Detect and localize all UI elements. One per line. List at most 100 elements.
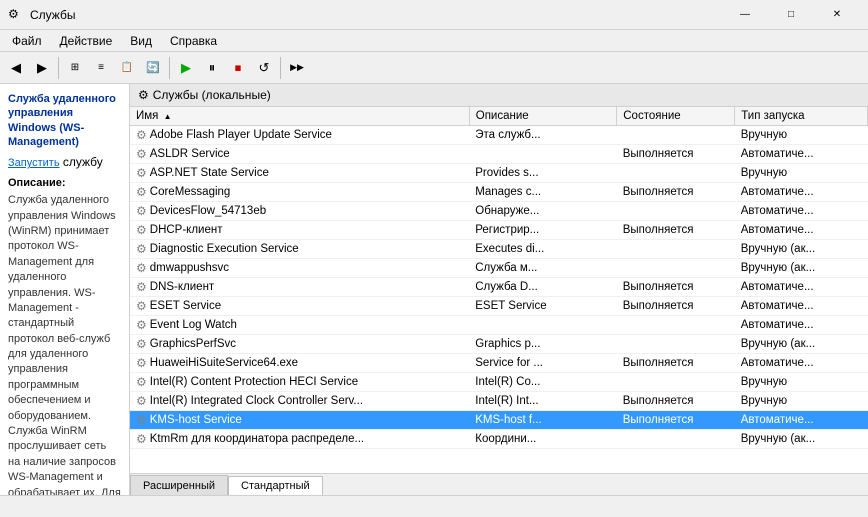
service-desc-cell: Service for ... — [469, 354, 617, 373]
table-row[interactable]: ⚙KtmRm для координатора распределе...Коо… — [130, 430, 868, 449]
service-status-cell — [617, 335, 735, 354]
service-status-cell: Выполняется — [617, 297, 735, 316]
restart-service-button[interactable]: ↺ — [252, 56, 276, 80]
service-name-cell: ⚙Intel(R) Integrated Clock Controller Se… — [130, 392, 469, 411]
service-startup-cell: Вручную — [735, 164, 868, 183]
service-status-cell — [617, 316, 735, 335]
service-icon: ⚙ — [136, 356, 147, 370]
service-startup-cell: Автоматиче... — [735, 221, 868, 240]
toolbar: ◀ ▶ ⊞ ≡ 📋 🔄 ▶ ⏸ ⏹ ↺ ▶▶ — [0, 52, 868, 84]
start-service-link[interactable]: Запустить — [8, 157, 60, 169]
description-title: Описание: — [8, 177, 121, 189]
service-startup-cell: Вручную (ак... — [735, 335, 868, 354]
main-content: Служба удаленного управления Windows (WS… — [0, 84, 868, 495]
col-header-startup[interactable]: Тип запуска — [735, 107, 868, 126]
table-row[interactable]: ⚙Adobe Flash Player Update ServiceЭта сл… — [130, 126, 868, 145]
service-desc-cell — [469, 316, 617, 335]
service-name-cell: ⚙KMS-host Service — [130, 411, 469, 430]
table-row[interactable]: ⚙CoreMessagingManages c...ВыполняетсяАвт… — [130, 183, 868, 202]
menu-help[interactable]: Справка — [162, 32, 225, 50]
properties-button[interactable]: 📋 — [115, 56, 139, 80]
service-name-cell: ⚙HuaweiHiSuiteService64.exe — [130, 354, 469, 373]
table-row[interactable]: ⚙dmwappushsvcСлужба м...Вручную (ак... — [130, 259, 868, 278]
tab-extended[interactable]: Расширенный — [130, 475, 228, 495]
service-name-text: DNS-клиент — [150, 281, 214, 293]
menu-action[interactable]: Действие — [52, 32, 121, 50]
service-icon: ⚙ — [136, 432, 147, 446]
sort-arrow-name: ▲ — [164, 112, 172, 121]
service-name-cell: ⚙DevicesFlow_54713eb — [130, 202, 469, 221]
table-row[interactable]: ⚙ASP.NET State ServiceProvides s...Вручн… — [130, 164, 868, 183]
service-status-cell — [617, 164, 735, 183]
table-row[interactable]: ⚙DNS-клиентСлужба D...ВыполняетсяАвтомат… — [130, 278, 868, 297]
service-icon: ⚙ — [136, 299, 147, 313]
service-desc-cell: Эта служб... — [469, 126, 617, 145]
services-tbody: ⚙Adobe Flash Player Update ServiceЭта сл… — [130, 126, 868, 449]
service-name-text: HuaweiHiSuiteService64.exe — [150, 357, 298, 369]
col-header-name[interactable]: Имя ▲ — [130, 107, 469, 126]
services-header-icon: ⚙ — [138, 88, 149, 102]
table-row[interactable]: ⚙GraphicsPerfSvcGraphics p...Вручную (ак… — [130, 335, 868, 354]
service-icon: ⚙ — [136, 318, 147, 332]
show-action-pane-button[interactable]: ≡ — [89, 56, 113, 80]
window-controls: — □ ✕ — [722, 0, 860, 30]
service-name-text: Event Log Watch — [150, 319, 237, 331]
service-name-text: Intel(R) Integrated Clock Controller Ser… — [150, 395, 363, 407]
table-row[interactable]: ⚙Event Log WatchАвтоматиче... — [130, 316, 868, 335]
service-status-cell — [617, 202, 735, 221]
service-icon: ⚙ — [136, 394, 147, 408]
pause-service-button[interactable]: ⏸ — [200, 56, 224, 80]
service-startup-cell: Автоматиче... — [735, 202, 868, 221]
services-table-area[interactable]: Имя ▲ Описание Состояние Тип запуска — [130, 107, 868, 473]
table-row[interactable]: ⚙Intel(R) Integrated Clock Controller Se… — [130, 392, 868, 411]
col-header-desc[interactable]: Описание — [469, 107, 617, 126]
menu-view[interactable]: Вид — [122, 32, 160, 50]
maximize-button[interactable]: □ — [768, 0, 814, 30]
col-header-status[interactable]: Состояние — [617, 107, 735, 126]
bottom-tabs: Расширенный Стандартный — [130, 473, 868, 495]
table-row[interactable]: ⚙HuaweiHiSuiteService64.exeService for .… — [130, 354, 868, 373]
refresh-button[interactable]: 🔄 — [141, 56, 165, 80]
service-name-cell: ⚙DNS-клиент — [130, 278, 469, 297]
service-icon: ⚙ — [136, 337, 147, 351]
service-desc-cell: Служба м... — [469, 259, 617, 278]
service-startup-cell: Автоматиче... — [735, 354, 868, 373]
table-row[interactable]: ⚙KMS-host ServiceKMS-host f...Выполняетс… — [130, 411, 868, 430]
service-icon: ⚙ — [136, 375, 147, 389]
service-status-cell — [617, 430, 735, 449]
service-name-text: CoreMessaging — [150, 186, 231, 198]
back-button[interactable]: ◀ — [4, 56, 28, 80]
service-icon: ⚙ — [136, 223, 147, 237]
start-service-button[interactable]: ▶ — [174, 56, 198, 80]
service-name-text: ESET Service — [150, 300, 221, 312]
stop-service-button[interactable]: ⏹ — [226, 56, 250, 80]
service-name-cell: ⚙Diagnostic Execution Service — [130, 240, 469, 259]
service-name-cell: ⚙Adobe Flash Player Update Service — [130, 126, 469, 145]
close-button[interactable]: ✕ — [814, 0, 860, 30]
table-row[interactable]: ⚙DHCP-клиентРегистрир...ВыполняетсяАвтом… — [130, 221, 868, 240]
service-icon: ⚙ — [136, 261, 147, 275]
services-table: Имя ▲ Описание Состояние Тип запуска — [130, 107, 868, 449]
table-row[interactable]: ⚙ESET ServiceESET ServiceВыполняетсяАвто… — [130, 297, 868, 316]
tab-standard[interactable]: Стандартный — [228, 476, 323, 495]
service-desc-cell: Graphics p... — [469, 335, 617, 354]
forward-button[interactable]: ▶ — [30, 56, 54, 80]
service-status-cell: Выполняется — [617, 145, 735, 164]
service-startup-cell: Вручную (ак... — [735, 240, 868, 259]
menu-file[interactable]: Файл — [4, 32, 50, 50]
service-status-cell: Выполняется — [617, 183, 735, 202]
play-all-button[interactable]: ▶▶ — [285, 56, 309, 80]
table-row[interactable]: ⚙DevicesFlow_54713ebОбнаруже...Автоматич… — [130, 202, 868, 221]
service-status-cell: Выполняется — [617, 354, 735, 373]
table-row[interactable]: ⚙Diagnostic Execution ServiceExecutes di… — [130, 240, 868, 259]
minimize-button[interactable]: — — [722, 0, 768, 30]
service-status-cell: Выполняется — [617, 278, 735, 297]
service-desc-cell: Служба D... — [469, 278, 617, 297]
window-title: Службы — [30, 8, 75, 22]
table-row[interactable]: ⚙Intel(R) Content Protection HECI Servic… — [130, 373, 868, 392]
service-name-text: KMS-host Service — [150, 414, 242, 426]
service-name-cell: ⚙DHCP-клиент — [130, 221, 469, 240]
show-console-tree-button[interactable]: ⊞ — [63, 56, 87, 80]
status-bar — [0, 495, 868, 517]
table-row[interactable]: ⚙ASLDR ServiceВыполняетсяАвтоматиче... — [130, 145, 868, 164]
